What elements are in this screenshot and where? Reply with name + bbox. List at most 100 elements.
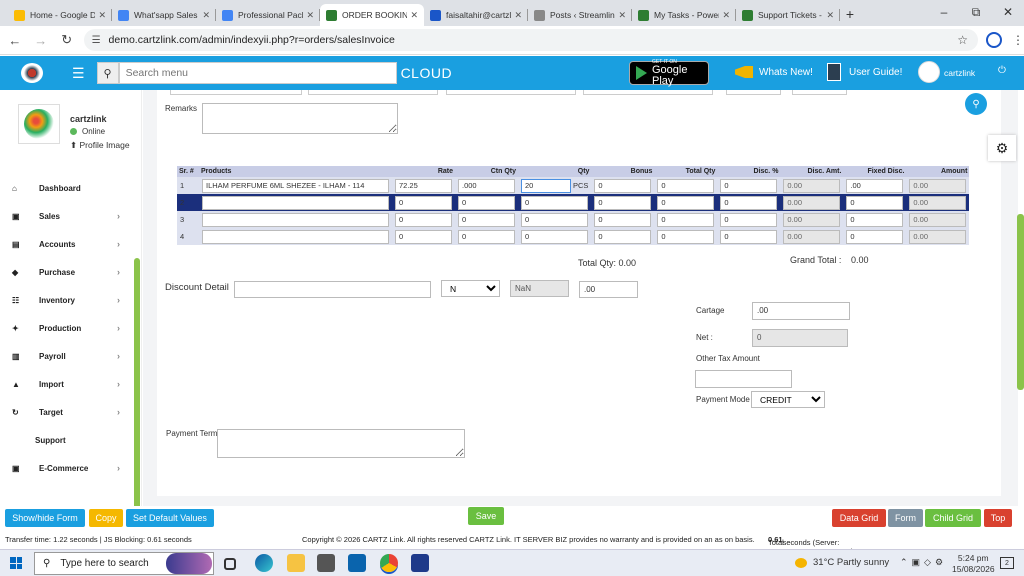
discount-value-input[interactable]: .00 <box>579 281 638 298</box>
app-monitor-icon[interactable] <box>411 554 429 572</box>
cutoff-input-6[interactable] <box>792 90 847 95</box>
browser-tab[interactable]: ORDER BOOKING✕ <box>320 4 424 26</box>
grid-fixed-input[interactable]: 0 <box>846 229 904 244</box>
sidebar-item-purchase[interactable]: ◆ Purchase › <box>0 258 134 286</box>
page-scrollbar[interactable] <box>1017 214 1024 390</box>
profile-icon[interactable] <box>986 32 1002 48</box>
grid-ctn-input[interactable]: .000 <box>458 178 515 193</box>
form-button[interactable]: Form <box>888 509 923 527</box>
tab-close-icon[interactable]: ✕ <box>722 10 730 21</box>
show-hide-form-button[interactable]: Show/hide Form <box>5 509 85 527</box>
profile-image-link[interactable]: ⬆ Profile Image <box>70 140 130 151</box>
grid-ctn-input[interactable]: 0 <box>458 195 515 210</box>
tab-close-icon[interactable]: ✕ <box>618 10 626 21</box>
sidebar-item-production[interactable]: ✦ Production › <box>0 314 134 342</box>
browser-tab[interactable]: Home - Google Dr ✕ <box>8 4 112 26</box>
grid-fixed-input[interactable]: .00 <box>846 178 904 193</box>
browser-tab[interactable]: My Tasks - Power ✕ <box>632 4 736 26</box>
taskbar-search-banner[interactable] <box>166 553 212 574</box>
minimize-icon[interactable]: – <box>928 0 960 24</box>
cutoff-input-5[interactable] <box>726 90 781 95</box>
cutoff-input-4[interactable] <box>583 90 713 95</box>
sidebar-item-payroll[interactable]: ▥ Payroll › <box>0 342 134 370</box>
floating-search-icon[interactable]: ⚲ <box>965 93 987 115</box>
cartzlink-logo[interactable] <box>12 59 52 87</box>
header-avatar[interactable] <box>918 61 940 83</box>
payment-mode-select[interactable]: CREDIT <box>751 391 825 408</box>
grid-bonus-input[interactable]: 0 <box>594 229 652 244</box>
sidebar-item-support[interactable]: Support <box>0 426 134 454</box>
site-settings-icon[interactable]: ☰ <box>92 35 101 46</box>
notification-icon[interactable]: 2 <box>1000 557 1014 569</box>
grid-total-input[interactable]: 0 <box>657 229 715 244</box>
grid-rate-input[interactable]: 0 <box>395 229 452 244</box>
windows-start-icon[interactable] <box>10 557 22 569</box>
restore-icon[interactable]: ⧉ <box>960 0 992 24</box>
grid-fixed-input[interactable]: 0 <box>846 212 904 227</box>
remarks-textarea[interactable] <box>202 103 398 134</box>
copy-button[interactable]: Copy <box>89 509 123 527</box>
grid-bonus-input[interactable]: 0 <box>594 212 652 227</box>
browser-tab[interactable]: Support Tickets - C ✕ <box>736 4 840 26</box>
save-button[interactable]: Save <box>468 507 504 525</box>
grid-product-input[interactable] <box>202 212 389 227</box>
forward-icon[interactable]: → <box>30 33 52 48</box>
back-icon[interactable]: ← <box>4 33 26 48</box>
grid-rate-input[interactable]: 0 <box>395 212 452 227</box>
data-grid-button[interactable]: Data Grid <box>832 509 886 527</box>
grid-total-input[interactable]: 0 <box>657 178 715 193</box>
sidebar-item-import[interactable]: ▲ Import › <box>0 370 134 398</box>
browser-menu-icon[interactable]: ⋮ <box>1012 33 1024 47</box>
grid-qty-input[interactable]: 0 <box>521 195 589 210</box>
tab-close-icon[interactable]: ✕ <box>98 10 106 21</box>
tab-close-icon[interactable]: ✕ <box>202 10 210 21</box>
browser-tab[interactable]: Professional Packa✕ <box>216 4 320 26</box>
file-explorer-icon[interactable] <box>287 554 305 572</box>
edge-icon[interactable] <box>255 554 273 572</box>
set-default-values-button[interactable]: Set Default Values <box>126 509 214 527</box>
reload-icon[interactable]: ↻ <box>56 32 78 48</box>
close-icon[interactable]: ✕ <box>992 0 1024 24</box>
grid-bonus-input[interactable]: 0 <box>594 178 652 193</box>
cutoff-input-3[interactable] <box>446 90 576 95</box>
search-icon[interactable]: ⚲ <box>96 62 119 84</box>
header-username[interactable]: cartzlink <box>944 68 975 78</box>
google-play-badge[interactable]: GET IT ON Google Play <box>629 59 709 86</box>
discount-type-select[interactable]: N <box>441 280 500 297</box>
browser-tab[interactable]: Posts ‹ Streamline ✕ <box>528 4 632 26</box>
url-omnibox[interactable]: ☰ demo.cartzlink.com/admin/indexyii.php?… <box>83 29 979 51</box>
grid-total-input[interactable]: 0 <box>657 212 715 227</box>
tab-close-icon[interactable]: ✕ <box>306 10 314 21</box>
outlook-icon[interactable] <box>348 554 366 572</box>
grid-ctn-input[interactable]: 0 <box>458 229 515 244</box>
grid-disc-input[interactable]: 0 <box>720 212 778 227</box>
grid-qty-input[interactable]: 0 <box>521 212 589 227</box>
system-tray-icons[interactable]: ⌃▣◇⚙ <box>900 557 947 568</box>
grid-rate-input[interactable]: 0 <box>395 195 452 210</box>
grid-product-input[interactable] <box>202 229 389 244</box>
grid-fixed-input[interactable]: 0 <box>846 195 904 210</box>
tab-close-icon[interactable]: ✕ <box>826 10 834 21</box>
child-grid-button[interactable]: Child Grid <box>925 509 981 527</box>
chrome-icon[interactable] <box>380 554 398 572</box>
search-menu-input[interactable] <box>118 62 397 84</box>
browser-tab[interactable]: What'sapp Sales M✕ <box>112 4 216 26</box>
sidebar-item-target[interactable]: ↻ Target › <box>0 398 134 426</box>
cutoff-input-1[interactable] <box>170 90 302 95</box>
top-button[interactable]: Top <box>984 509 1012 527</box>
sidebar-item-inventory[interactable]: ☷ Inventory › <box>0 286 134 314</box>
sidebar-item-sales[interactable]: ▣ Sales › <box>0 202 134 230</box>
discount-detail-input[interactable] <box>234 281 431 298</box>
new-tab-icon[interactable]: + <box>840 4 860 26</box>
settings-gear-icon[interactable]: ⚙ <box>988 135 1016 161</box>
grid-disc-input[interactable]: 0 <box>720 229 778 244</box>
grid-disc-input[interactable]: 0 <box>720 195 778 210</box>
grid-bonus-input[interactable]: 0 <box>594 195 652 210</box>
taskbar-clock[interactable]: 5:24 pm 15/08/2026 <box>952 553 995 575</box>
browser-tab[interactable]: faisaltahir@cartzlin ✕ <box>424 4 528 26</box>
grid-ctn-input[interactable]: 0 <box>458 212 515 227</box>
power-icon[interactable]: ⏻ <box>998 65 1006 76</box>
store-icon[interactable] <box>317 554 335 572</box>
tab-close-icon[interactable]: ✕ <box>410 10 418 21</box>
payment-terms-textarea[interactable] <box>217 429 465 458</box>
